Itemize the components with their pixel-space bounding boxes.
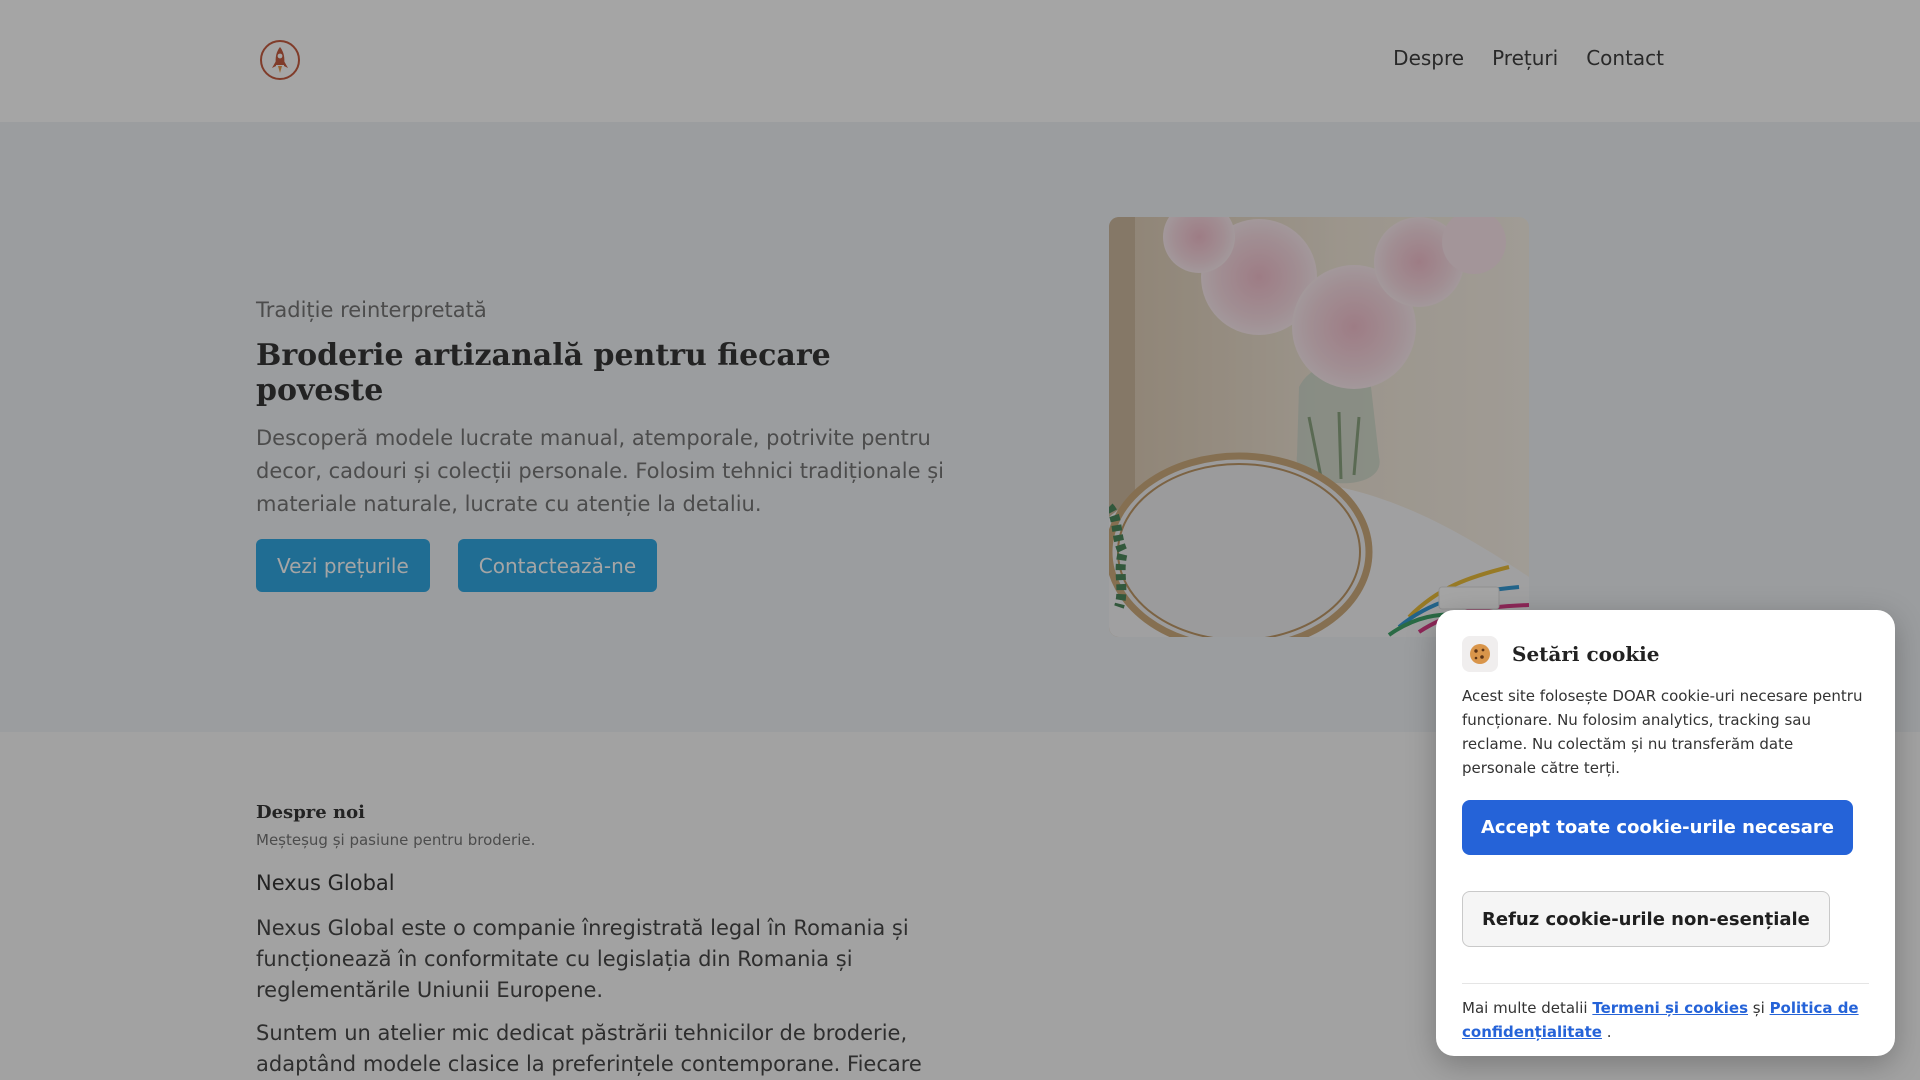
- cookie-icon: [1462, 636, 1498, 672]
- terms-cookies-link[interactable]: Termeni și cookies: [1592, 999, 1748, 1017]
- cookie-header: Setări cookie: [1462, 636, 1869, 672]
- refuse-cookies-button[interactable]: Refuz cookie-urile non-esențiale: [1462, 891, 1830, 947]
- cookie-icon-graphic: [1470, 644, 1490, 664]
- cookie-end-period: .: [1606, 1023, 1612, 1041]
- cookie-more-prefix: Mai multe detalii: [1462, 999, 1588, 1017]
- cookie-dialog: Setări cookie Acest site folosește DOAR …: [1436, 610, 1895, 1056]
- cookie-more-details: Mai multe detalii Termeni și cookies și …: [1462, 996, 1869, 1044]
- cookie-divider: [1462, 983, 1869, 984]
- accept-cookies-button[interactable]: Accept toate cookie-urile necesare: [1462, 800, 1854, 855]
- cookie-and-word: și: [1752, 999, 1765, 1017]
- cookie-title: Setări cookie: [1512, 642, 1660, 666]
- page: Despre Prețuri Contact Tradiție reinterp…: [0, 0, 1920, 1080]
- cookie-description: Acest site folosește DOAR cookie-uri nec…: [1462, 687, 1863, 777]
